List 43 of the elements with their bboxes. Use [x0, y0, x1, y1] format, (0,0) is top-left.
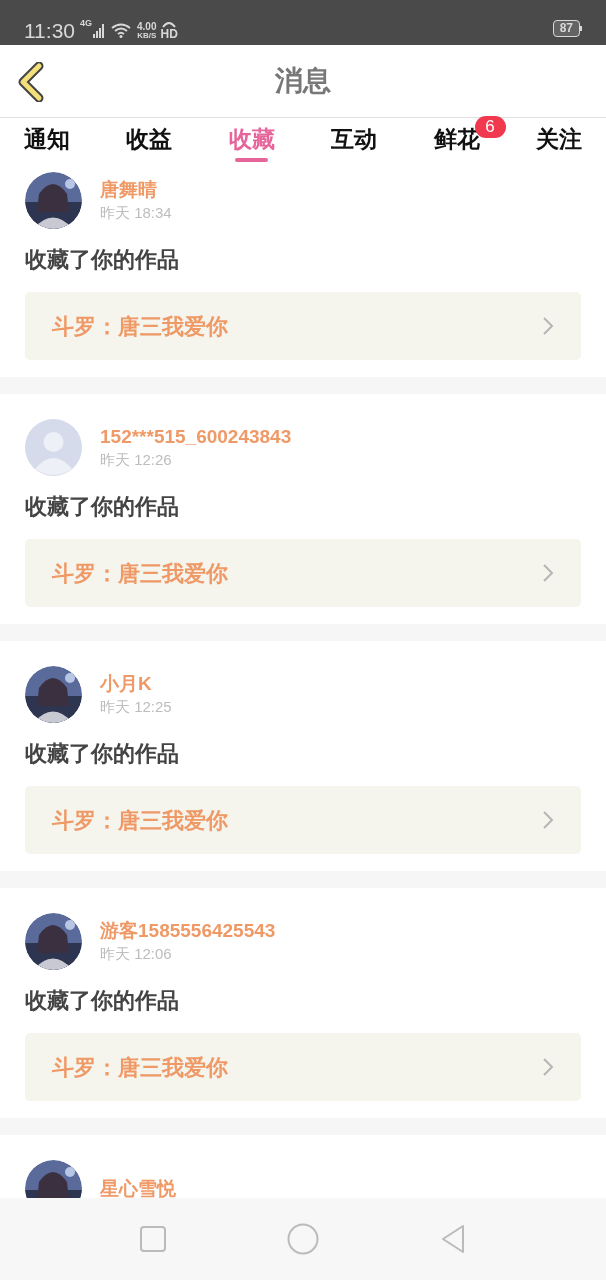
back-chevron-icon — [17, 62, 45, 102]
tab[interactable]: 收益 — [126, 124, 173, 154]
tab[interactable]: 关注 — [535, 124, 582, 154]
speed-unit: KB/S — [137, 32, 157, 40]
page-title: 消息 — [275, 64, 331, 98]
message-text: 收藏了你的作品 — [25, 987, 180, 1015]
recents-icon[interactable] — [140, 1226, 167, 1252]
timestamp: 昨天 12:25 — [100, 696, 172, 717]
work-link[interactable]: 斗罗：唐三我爱你 — [25, 539, 581, 607]
network-type: 4G — [80, 19, 92, 28]
avatar-icon — [25, 419, 82, 476]
hd-label: HD — [160, 28, 178, 40]
work-link[interactable]: 斗罗：唐三我爱你 — [25, 292, 581, 360]
timestamp: 昨天 12:06 — [100, 943, 173, 964]
tab[interactable]: 互动 — [331, 124, 378, 154]
user-name[interactable]: 唐舞晴 — [100, 177, 172, 202]
user-name[interactable]: 152***515_600243843 — [100, 424, 292, 449]
back-icon[interactable] — [439, 1224, 466, 1254]
work-link[interactable]: 斗罗：唐三我爱你 — [25, 1033, 581, 1101]
wifi-icon — [111, 23, 131, 38]
message-text: 收藏了你的作品 — [25, 493, 180, 521]
work-link[interactable]: 斗罗：唐三我爱你 — [25, 786, 581, 854]
user-name[interactable]: 星心雪悦 — [100, 1176, 176, 1198]
tab[interactable]: 通知 — [24, 124, 70, 154]
message-text: 收藏了你的作品 — [25, 740, 180, 768]
speed-value: 4.00 — [137, 22, 157, 32]
chevron-right-icon — [542, 1057, 554, 1077]
back-button[interactable] — [16, 62, 46, 102]
clock: 11:30 — [24, 20, 75, 41]
tab-underline — [235, 158, 269, 162]
home-icon[interactable] — [287, 1223, 319, 1255]
signal-icon — [93, 24, 105, 38]
message-text: 收藏了你的作品 — [25, 246, 180, 274]
tab[interactable]: 收藏 — [228, 124, 275, 162]
chevron-right-icon — [542, 563, 554, 583]
timestamp: 昨天 12:26 — [100, 449, 173, 470]
battery-level: 87 — [552, 20, 580, 37]
timestamp: 昨天 18:34 — [100, 202, 172, 223]
chevron-right-icon — [542, 316, 554, 336]
call-icon — [162, 22, 177, 28]
chevron-right-icon — [542, 810, 554, 830]
user-name[interactable]: 游客1585556425543 — [100, 918, 276, 943]
user-name[interactable]: 小月K — [100, 671, 172, 696]
